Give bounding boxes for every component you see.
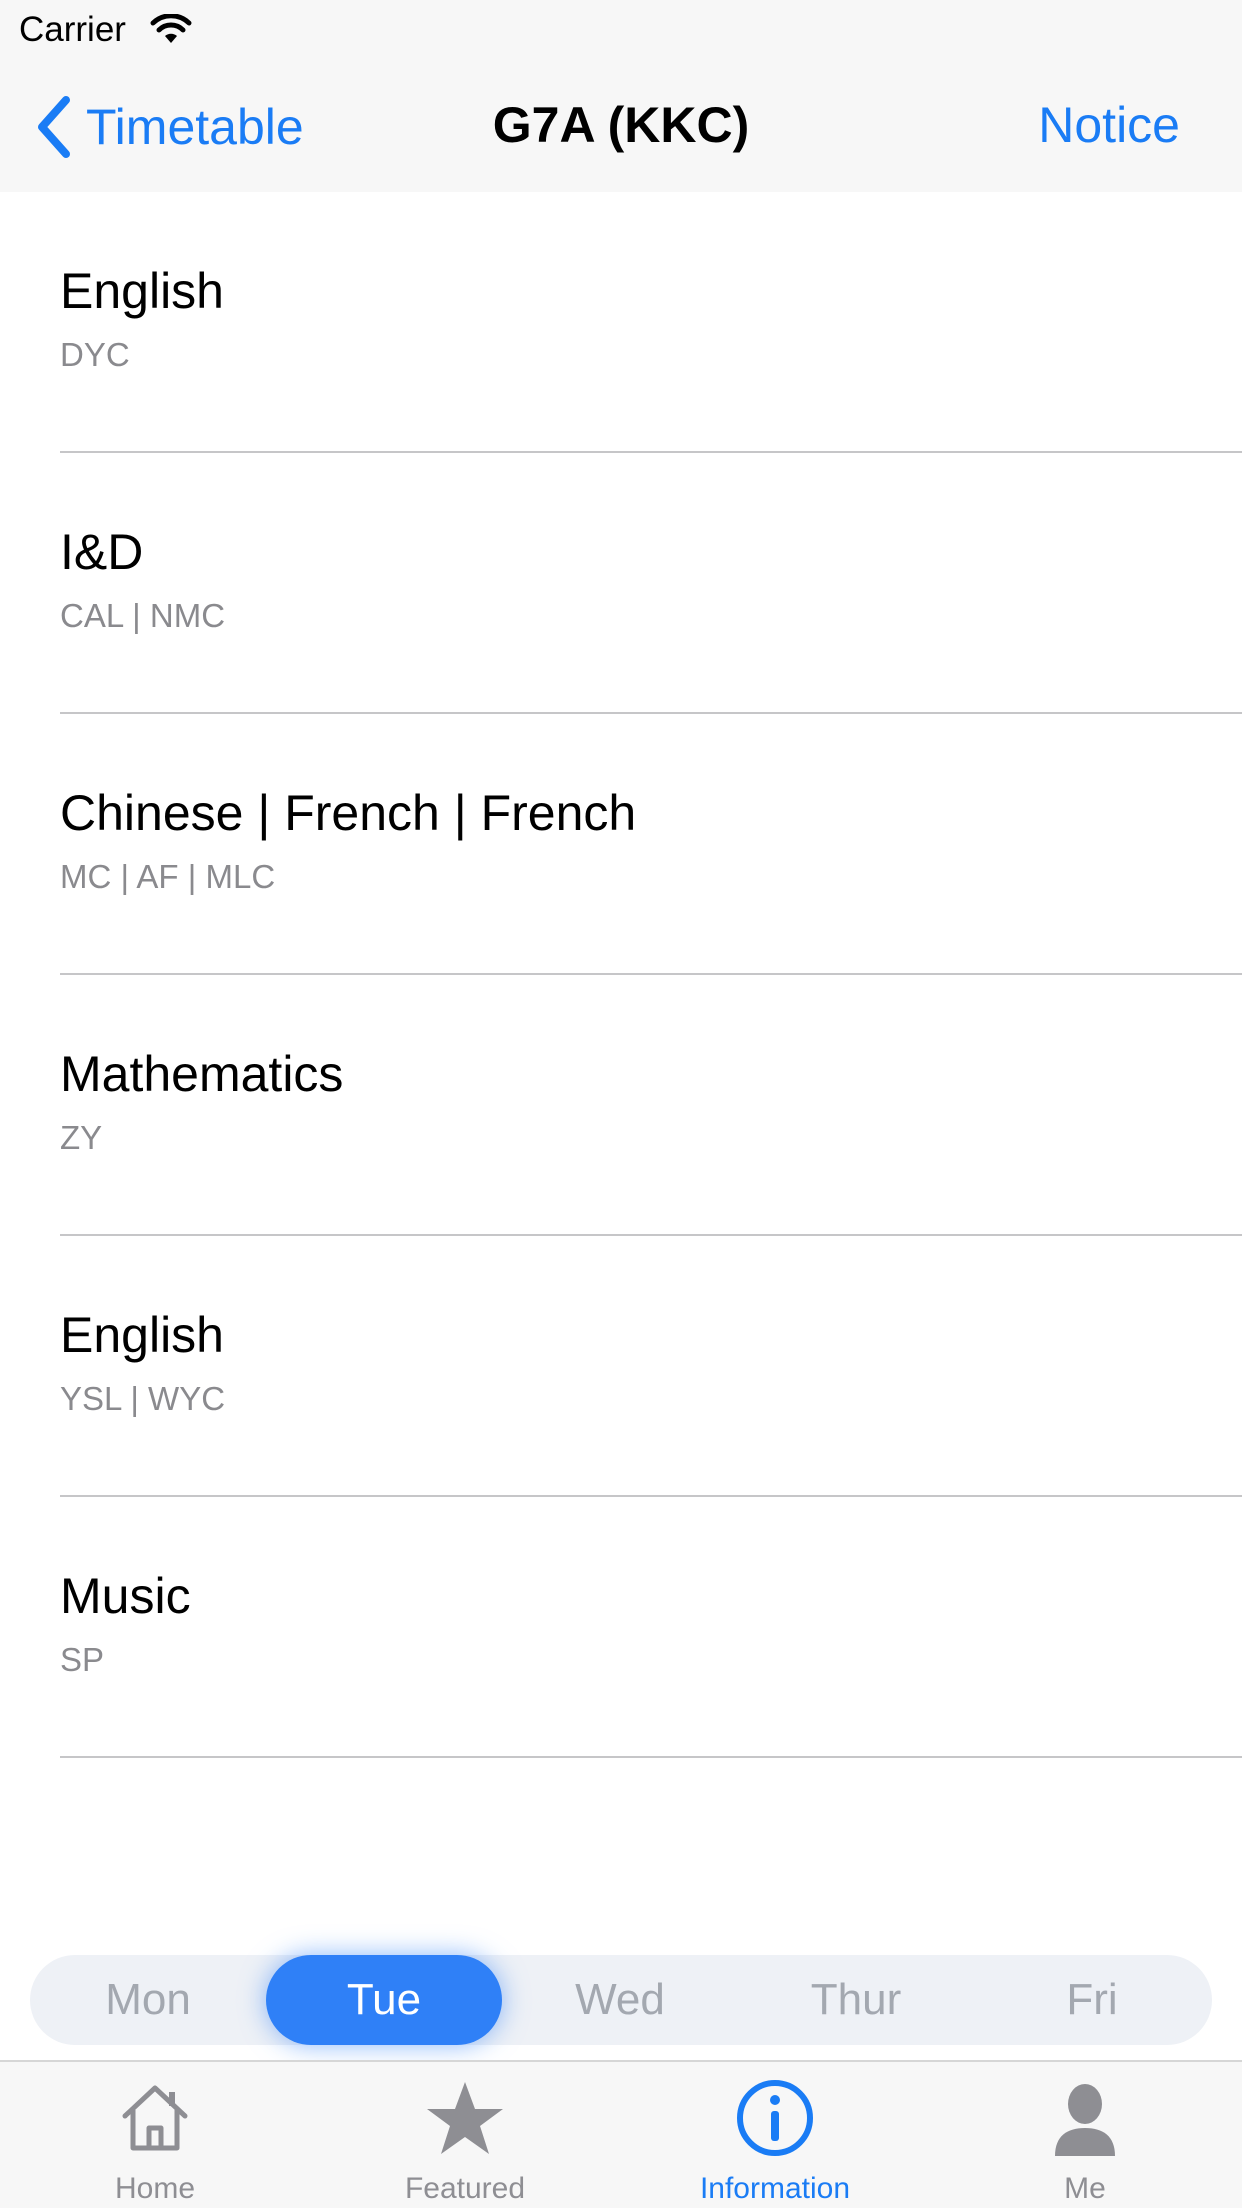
tab-label: Me	[1064, 2172, 1106, 2205]
carrier-label: Carrier	[19, 10, 126, 49]
lesson-teachers: DYC	[60, 336, 130, 373]
lesson-row[interactable]: English DYC	[0, 192, 1242, 453]
lesson-subject: Chinese | French | French	[60, 785, 637, 841]
day-segment-wed[interactable]: Wed	[502, 1955, 738, 2045]
tab-label: Featured	[404, 2172, 526, 2205]
day-segment-tue[interactable]: Tue	[266, 1955, 502, 2045]
tab-me[interactable]: Me	[930, 2062, 1240, 2208]
notice-button[interactable]: Notice	[1038, 96, 1180, 154]
lesson-subject: Music	[60, 1568, 191, 1624]
lesson-teachers: ZY	[60, 1119, 103, 1156]
star-icon	[427, 2082, 503, 2154]
lesson-row[interactable]: English YSL | WYC	[0, 1236, 1242, 1497]
status-bar: Carrier	[0, 0, 1242, 62]
day-segment-fri[interactable]: Fri	[974, 1955, 1210, 2045]
lesson-teachers: YSL | WYC	[60, 1380, 226, 1417]
lesson-subject: Mathematics	[60, 1046, 344, 1102]
tab-bar: Home Featured Information Me	[0, 2060, 1242, 2208]
lesson-teachers: MC | AF | MLC	[60, 858, 276, 895]
lesson-subject: I&D	[60, 524, 144, 580]
info-icon	[737, 2080, 813, 2156]
tab-label: Information	[699, 2172, 851, 2205]
timetable-screen: Carrier Timetable G7A (KKC) Notice Engli…	[0, 0, 1242, 2208]
lesson-teachers: CAL | NMC	[60, 597, 226, 634]
lesson-row[interactable]: Mathematics ZY	[0, 975, 1242, 1236]
day-segment-thur[interactable]: Thur	[738, 1955, 974, 2045]
tab-featured[interactable]: Featured	[310, 2062, 620, 2208]
lesson-subject: English	[60, 263, 224, 319]
row-divider	[60, 1756, 1242, 1758]
house-icon	[122, 2085, 188, 2151]
lesson-row[interactable]: Music SP	[0, 1497, 1242, 1758]
day-segment-mon[interactable]: Mon	[30, 1955, 266, 2045]
wifi-icon	[150, 14, 192, 43]
lesson-list: English DYC I&D CAL | NMC Chinese | Fren…	[0, 192, 1242, 1758]
lesson-subject: English	[60, 1307, 224, 1363]
day-segmented-control: Mon Tue Wed Thur Fri	[30, 1955, 1212, 2045]
lesson-row[interactable]: I&D CAL | NMC	[0, 453, 1242, 714]
tab-information[interactable]: Information	[620, 2062, 930, 2208]
tab-label: Home	[114, 2172, 196, 2205]
tab-home[interactable]: Home	[0, 2062, 310, 2208]
person-icon	[1055, 2084, 1115, 2156]
lesson-row[interactable]: Chinese | French | French MC | AF | MLC	[0, 714, 1242, 975]
navigation-bar: Timetable G7A (KKC) Notice	[0, 62, 1242, 192]
lesson-teachers: SP	[60, 1641, 105, 1678]
